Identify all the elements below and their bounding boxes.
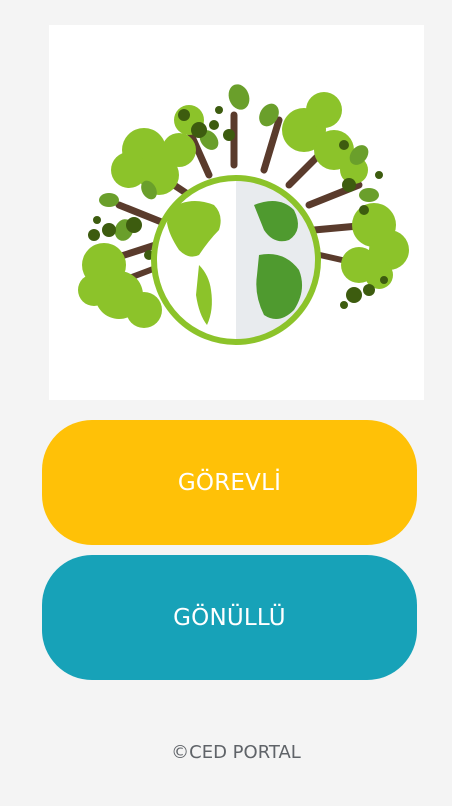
earth-trees-icon	[78, 84, 409, 345]
officer-button[interactable]: GÖREVLİ	[42, 420, 417, 545]
app-screen: GÖREVLİ GÖNÜLLÜ ©CED PORTAL	[0, 0, 452, 806]
volunteer-button[interactable]: GÖNÜLLÜ	[42, 555, 417, 680]
footer-copyright: ©CED PORTAL	[171, 742, 301, 763]
logo-card	[49, 25, 424, 400]
